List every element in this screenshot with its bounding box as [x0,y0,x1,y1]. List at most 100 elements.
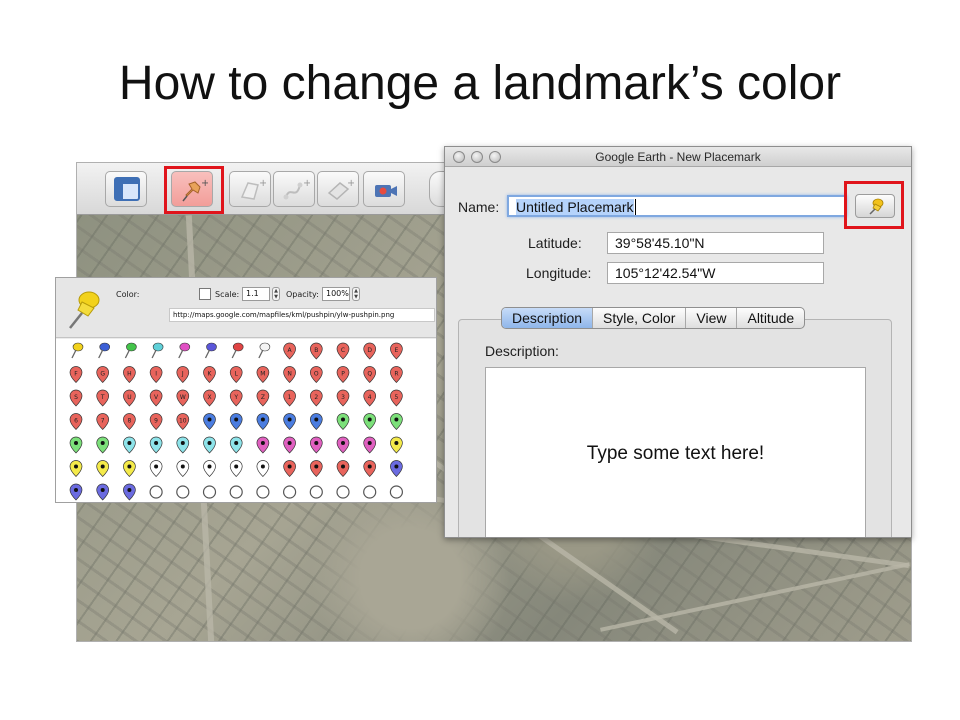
description-textarea[interactable]: Type some text here! [485,367,866,537]
svg-text:+: + [259,178,266,189]
number-pin-icon[interactable]: 6 [69,413,83,430]
letter-pin-icon[interactable]: X [203,389,216,407]
diamond-icon[interactable] [309,485,323,499]
letter-pin-icon[interactable]: W [176,389,190,407]
letter-pin-icon[interactable]: 5 [390,389,403,407]
longitude-input[interactable]: 105°12'42.54"W [607,262,824,284]
letter-pin-icon[interactable]: B [309,342,323,360]
color-swatch[interactable] [199,288,211,300]
map-road [600,562,910,632]
pushpin-icon[interactable] [124,342,137,359]
letter-pin-icon[interactable]: O [309,366,323,383]
number-pin-icon[interactable]: 8 [123,413,136,430]
opacity-label: Opacity: [286,290,319,299]
add-path-button[interactable]: + [273,171,315,207]
icon-letter: I [155,371,157,378]
opacity-input[interactable]: 100% [322,287,350,301]
pushpin-icon[interactable] [98,342,111,359]
letter-pin-icon[interactable]: J [176,366,190,383]
hexagon-icon[interactable] [283,485,297,499]
letter-pin-icon[interactable]: 3 [336,389,350,407]
add-image-overlay-button[interactable]: + [317,171,359,207]
pin-dot [260,441,265,445]
letter-pin-icon[interactable]: A [283,342,296,360]
pin-dot [367,441,372,445]
number-pin-icon[interactable]: 10 [176,413,190,430]
letter-pin-icon[interactable]: 2 [309,389,323,407]
icon-letter: H [127,371,132,378]
icon-url-field[interactable]: http://maps.google.com/mapfiles/kml/push… [169,308,435,322]
letter-pin-icon[interactable]: Z [256,389,270,407]
pushpin-icon[interactable] [71,342,84,359]
letter-pin-icon[interactable]: N [283,366,296,383]
letter-pin-icon[interactable]: V [149,389,163,407]
name-input[interactable]: Untitled Placemark [507,195,847,217]
letter-pin-icon[interactable]: E [390,342,403,360]
letter-pin-icon[interactable]: S [69,389,83,407]
letter-pin-icon[interactable]: I [149,366,163,383]
letter-pin-icon[interactable]: Q [363,366,377,383]
pin-dot [74,488,78,492]
tab-description[interactable]: Description [502,308,594,328]
icon-grid-svg[interactable]: A B C D E F G H I J K L M N O P Q R S T U V W X Y Z 1 2 3 4 5 6 7 8 9 10 [56,339,437,503]
letter-pin-icon[interactable]: 4 [363,389,377,407]
no-entry-icon[interactable] [229,485,243,499]
target-icon[interactable] [202,485,217,499]
letter-pin-icon[interactable]: F [69,366,83,383]
down-arrow-icon[interactable] [176,485,190,499]
record-tour-icon [375,185,397,197]
pin-dot [207,441,212,445]
pin-dot [234,417,239,422]
icon-letter: E [395,347,399,354]
pushpin-icon[interactable] [178,342,191,359]
pin-dot [287,464,292,469]
letter-pin-icon[interactable]: U [123,389,136,407]
latitude-input[interactable]: 39°58'45.10"N [607,232,824,254]
letter-pin-icon[interactable]: L [229,366,243,383]
tab-altitude[interactable]: Altitude [737,308,804,328]
icon-letter: R [394,371,398,378]
record-tour-button[interactable] [363,171,405,207]
arrow-icon[interactable] [149,485,163,499]
number-pin-icon[interactable]: 7 [96,413,110,430]
letter-pin-icon[interactable]: Y [229,389,243,407]
letter-pin-icon[interactable]: G [96,366,110,383]
name-label: Name: [458,199,500,215]
ring-icon[interactable] [389,485,403,499]
info-icon[interactable] [256,485,270,499]
pushpin-icon[interactable] [258,342,271,359]
letter-pin-icon[interactable]: K [203,366,216,383]
icon-letter: O [314,371,319,378]
pin-dot [260,464,265,469]
pushpin-icon[interactable] [151,342,164,359]
pin-dot [314,441,319,445]
icon-grid[interactable]: A B C D E F G H I J K L M N O P Q R S T U V W X Y Z 1 2 3 4 5 6 7 8 9 10 [56,339,437,503]
icon-letter: S [74,394,78,401]
letter-pin-icon[interactable]: T [96,389,110,407]
pushpin-icon[interactable] [204,342,217,359]
letter-pin-icon[interactable]: P [336,366,350,383]
scale-stepper[interactable]: ▲ ▼ [272,287,280,301]
letter-pin-icon[interactable]: D [363,342,377,360]
letter-pin-icon[interactable]: H [123,366,136,383]
tab-style-color[interactable]: Style, Color [593,308,687,328]
scale-input[interactable]: 1.1 [242,287,270,301]
pin-dot [341,417,345,422]
pin-dot [154,464,159,469]
description-text: Type some text here! [586,443,765,464]
star-icon[interactable] [363,485,377,499]
pin-dot [394,464,399,469]
letter-pin-icon[interactable]: 1 [283,389,296,407]
letter-pin-icon[interactable]: M [256,366,270,383]
letter-pin-icon[interactable]: C [336,342,350,360]
letter-pin-icon[interactable]: R [390,366,403,383]
number-pin-icon[interactable]: 9 [149,413,163,430]
icon-letter: Y [233,394,238,401]
opacity-stepper[interactable]: ▲ ▼ [352,287,360,301]
sidebar-toggle-button[interactable] [105,171,147,207]
add-polygon-button[interactable]: + [229,171,271,207]
pushpin-icon[interactable] [231,342,244,359]
tab-view[interactable]: View [686,308,738,328]
icon-letter: T [100,394,105,401]
square-icon[interactable] [336,485,350,499]
